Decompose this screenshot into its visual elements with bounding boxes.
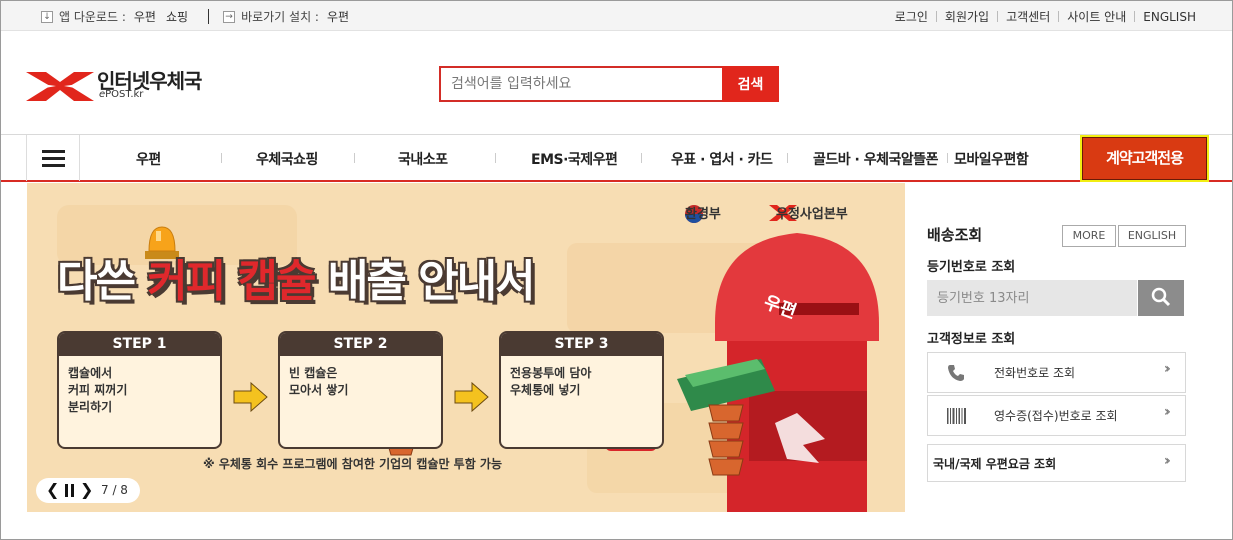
nav-item-shopping[interactable]: 우체국쇼핑 <box>256 149 318 169</box>
carousel-counter: 7 / 8 <box>101 483 128 497</box>
app-download-post-link[interactable]: 우편 <box>134 8 156 25</box>
step-title: STEP 1 <box>59 333 220 356</box>
menu-icon-bar <box>42 157 65 160</box>
step-text-line: 전용봉투에 담아 <box>510 366 592 380</box>
nav-divider <box>221 153 222 163</box>
site-logo[interactable]: 인터넷우체국 ePOST.kr <box>26 68 216 104</box>
carousel-prev-icon[interactable]: ❮ <box>46 480 59 499</box>
divider <box>935 11 937 22</box>
phone-icon <box>948 365 964 381</box>
main-nav: 우편 우체국쇼핑 국내소포 EMS·국제우편 우표 · 엽서 · 카드 골드바 … <box>1 134 1232 182</box>
chevron-right-icon: ›› <box>1163 404 1171 420</box>
nav-item-ems[interactable]: EMS·국제우편 <box>531 149 618 169</box>
step-title: STEP 2 <box>280 333 441 356</box>
search-button[interactable]: 검색 <box>722 66 779 102</box>
tracking-by-number-label: 등기번호로 조회 <box>927 260 1016 275</box>
promo-banner[interactable]: 환경부 우정사업본부 우편 다쓴 커피 캡슐 배출 안내서 STEP 1 캡슐에… <box>27 183 905 512</box>
chevron-right-icon: ›› <box>1163 361 1171 377</box>
phone-lookup-label: 전화번호로 조회 <box>994 366 1076 380</box>
divider <box>1134 11 1136 22</box>
step-text-line: 빈 캡슐은 <box>289 366 338 380</box>
step-text: 전용봉투에 담아 우체통에 넣기 <box>510 365 591 399</box>
headline-part2: 커피 캡슐 <box>147 256 316 307</box>
partner-postal-headquarters: 우정사업본부 <box>776 207 848 222</box>
step-text-line: 분리하기 <box>68 400 113 414</box>
login-link[interactable]: 로그인 <box>895 8 928 25</box>
nav-divider <box>787 153 788 163</box>
menu-icon[interactable] <box>26 135 80 181</box>
banner-notice: ※ 우체통 회수 프로그램에 참여한 기업의 캡슐만 투함 가능 <box>203 457 503 471</box>
menu-icon-bar <box>42 150 65 153</box>
nav-divider <box>354 153 355 163</box>
tracking-by-customer-label: 고객정보로 조회 <box>927 332 1016 347</box>
download-icon: ↓ <box>41 10 53 23</box>
headline-part1: 다쓴 <box>57 256 148 307</box>
step-text-line: 우체통에 넣기 <box>510 383 581 397</box>
step-text: 캡슐에서 커피 찌꺼기 분리하기 <box>68 365 127 416</box>
shortcut-label: 바로가기 설치 : <box>241 10 319 24</box>
site-search: 검색 <box>439 66 779 102</box>
step-card-2: STEP 2 빈 캡슐은 모아서 쌓기 <box>278 331 443 449</box>
rate-lookup-button[interactable]: 국내/국제 우편요금 조회 ›› <box>927 444 1186 482</box>
step-text-line: 커피 찌꺼기 <box>68 383 128 397</box>
chevron-right-icon: ›› <box>1163 453 1171 469</box>
carousel-next-icon[interactable]: ❯ <box>80 480 93 499</box>
carousel-controls: ❮ ❯ 7 / 8 <box>36 478 140 503</box>
pause-bar <box>71 484 74 497</box>
search-icon <box>1151 287 1171 306</box>
english-link[interactable]: ENGLISH <box>1143 10 1196 24</box>
contract-customer-label: 계약고객전용 <box>1082 137 1207 180</box>
tracking-search-button[interactable] <box>1138 280 1184 316</box>
nav-item-post[interactable]: 우편 <box>136 149 161 169</box>
step-text-line: 모아서 쌓기 <box>289 383 349 397</box>
shortcut-icon: → <box>223 10 236 23</box>
pause-bar <box>65 484 68 497</box>
tracking-title: 배송조회 <box>927 226 983 244</box>
menu-icon-bar <box>42 164 65 167</box>
customer-center-link[interactable]: 고객센터 <box>1006 8 1050 25</box>
step-text: 빈 캡슐은 모아서 쌓기 <box>289 365 348 399</box>
nav-divider <box>495 153 496 163</box>
nav-divider <box>641 153 642 163</box>
receipt-lookup-button[interactable]: 영수증(접수)번호로 조회 ›› <box>927 395 1186 436</box>
partner-ministry-environment: 환경부 <box>685 207 721 222</box>
divider <box>997 11 999 22</box>
phone-lookup-button[interactable]: 전화번호로 조회 ›› <box>927 352 1186 393</box>
rate-lookup-label: 국내/국제 우편요금 조회 <box>933 457 1057 471</box>
headline-part3: 배출 안내서 <box>314 256 536 307</box>
shortcut-post-link[interactable]: 우편 <box>327 8 349 25</box>
site-guide-link[interactable]: 사이트 안내 <box>1067 8 1126 25</box>
epost-logo-icon <box>26 72 94 101</box>
banner-headline: 다쓴 커피 캡슐 배출 안내서 <box>57 245 536 309</box>
nav-item-stamps[interactable]: 우표 · 엽서 · 카드 <box>671 149 773 169</box>
search-input[interactable] <box>439 66 723 102</box>
signup-link[interactable]: 회원가입 <box>945 8 989 25</box>
tracking-english-button[interactable]: ENGLISH <box>1118 225 1186 247</box>
tracking-more-button[interactable]: MORE <box>1062 225 1116 247</box>
step-title: STEP 3 <box>501 333 662 356</box>
logo-subtitle: ePOST.kr <box>99 89 143 100</box>
barcode-icon <box>947 408 966 424</box>
carousel-pause-icon[interactable] <box>64 484 76 497</box>
receipt-lookup-label: 영수증(접수)번호로 조회 <box>994 409 1118 423</box>
divider <box>1058 11 1060 22</box>
divider <box>208 9 210 24</box>
contract-customer-button[interactable]: 계약고객전용 <box>1080 135 1209 182</box>
app-download-label: 앱 다운로드 : <box>59 10 126 24</box>
nav-item-mobile-mailbox[interactable]: 모바일우편함 <box>954 149 1029 169</box>
logo-subtitle-rest: POST.kr <box>105 89 144 100</box>
nav-item-goldbar[interactable]: 골드바 · 우체국알뜰폰 <box>813 149 939 169</box>
step-text-line: 캡슐에서 <box>68 366 113 380</box>
step-card-3: STEP 3 전용봉투에 담아 우체통에 넣기 <box>499 331 664 449</box>
nav-item-parcel[interactable]: 국내소포 <box>398 149 448 169</box>
step-card-1: STEP 1 캡슐에서 커피 찌꺼기 분리하기 <box>57 331 222 449</box>
nav-divider <box>947 153 948 163</box>
tracking-number-input[interactable] <box>927 280 1137 316</box>
app-download-shopping-link[interactable]: 쇼핑 <box>166 8 188 25</box>
utility-bar: ↓ 앱 다운로드 : 우편 쇼핑 → 바로가기 설치 : 우편 로그인 회원가입… <box>1 1 1232 31</box>
